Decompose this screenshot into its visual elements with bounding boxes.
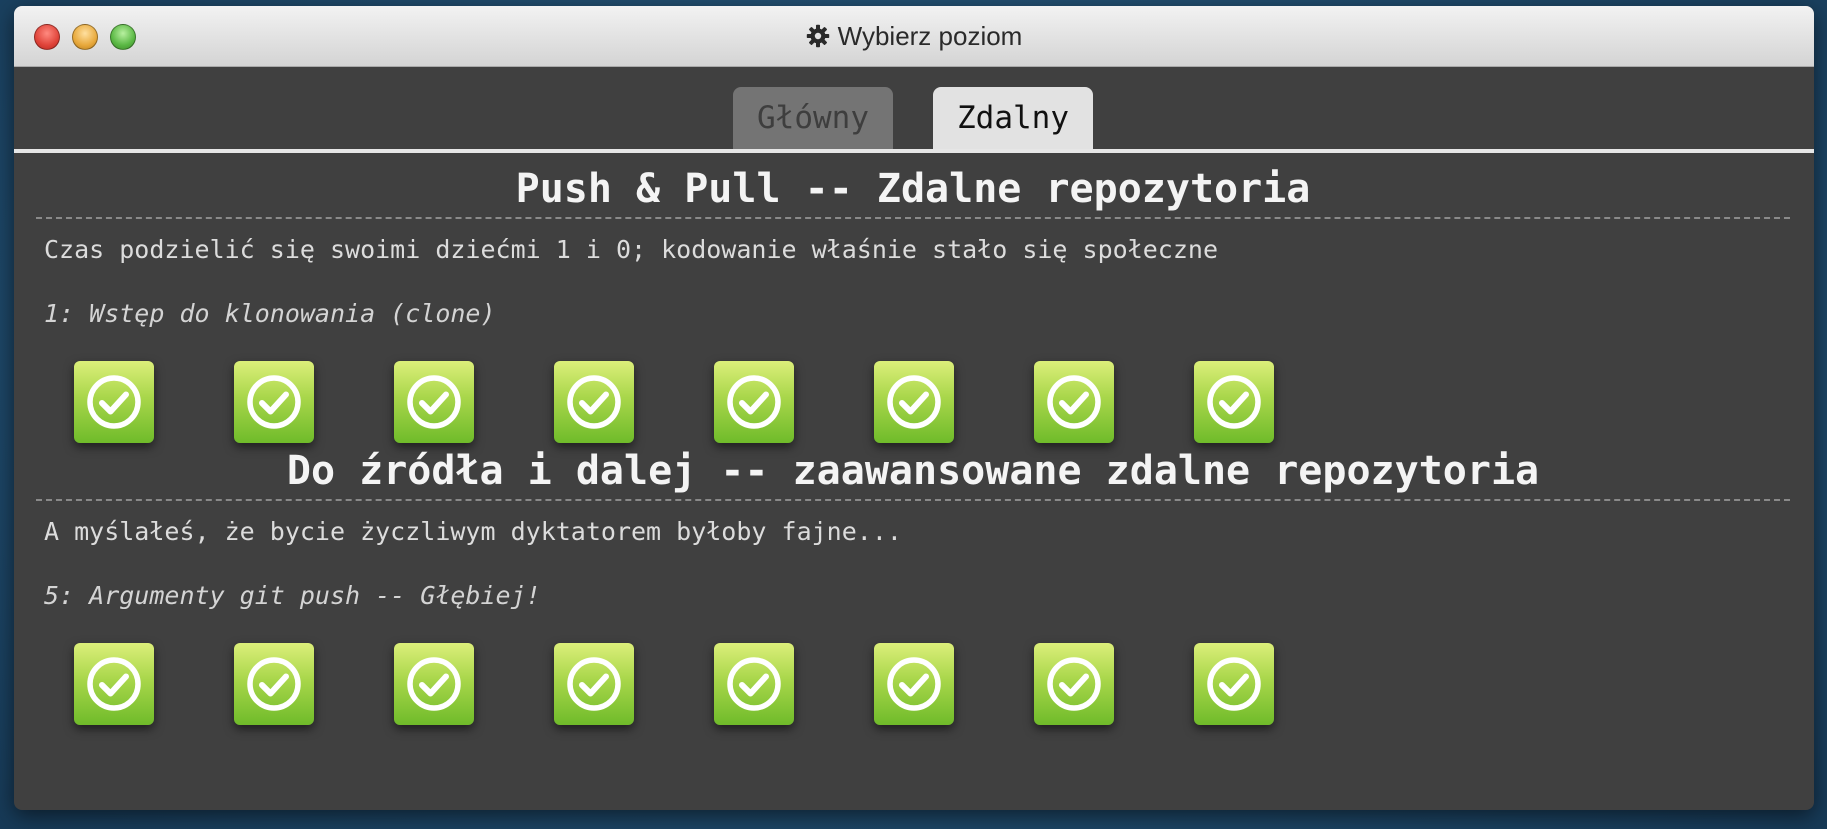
level-completed-button[interactable] [1034,361,1114,443]
section-description: Czas podzielić się swoimi dziećmi 1 i 0;… [44,235,1218,264]
checkmark-icon [887,657,941,711]
checkmark-icon [1207,375,1261,429]
checkmark-icon [567,375,621,429]
window-title: Wybierz poziom [837,20,1023,51]
sequence-label: 1: Wstęp do klonowania (clone) [44,299,496,328]
tab-main[interactable]: Główny [733,87,893,149]
checkmark-icon [407,657,461,711]
level-completed-button[interactable] [234,643,314,725]
tab-bar: Główny Zdalny [14,67,1814,153]
sequence-label: 5: Argumenty git push -- Głębiej! [44,581,541,610]
level-completed-button[interactable] [74,643,154,725]
gear-icon [806,24,829,48]
checkmark-icon [727,657,781,711]
checkmark-icon [567,657,621,711]
level-row [74,643,1790,725]
level-completed-button[interactable] [1194,361,1274,443]
level-row [74,361,1790,443]
checkmark-icon [1047,657,1101,711]
checkmark-icon [407,375,461,429]
level-select-window: Wybierz poziom Główny Zdalny Push & Pull… [14,6,1814,810]
checkmark-icon [247,375,301,429]
level-completed-button[interactable] [714,643,794,725]
checkmark-icon [247,657,301,711]
section-title: Push & Pull -- Zdalne repozytoria [36,153,1790,219]
checkmark-icon [727,375,781,429]
level-completed-button[interactable] [1034,643,1114,725]
level-completed-button[interactable] [554,643,634,725]
title-bar: Wybierz poziom [14,6,1814,67]
level-completed-button[interactable] [554,361,634,443]
checkmark-icon [887,375,941,429]
level-completed-button[interactable] [234,361,314,443]
checkmark-icon [87,657,141,711]
section-title: Do źródła i dalej -- zaawansowane zdalne… [36,443,1790,501]
level-completed-button[interactable] [714,361,794,443]
section-description: A myślałeś, że bycie życzliwym dyktatore… [44,517,902,546]
level-completed-button[interactable] [874,643,954,725]
checkmark-icon [87,375,141,429]
window-title-area: Wybierz poziom [14,6,1814,66]
level-completed-button[interactable] [394,361,474,443]
tab-remote[interactable]: Zdalny [933,87,1093,149]
checkmark-icon [1047,375,1101,429]
level-completed-button[interactable] [394,643,474,725]
checkmark-icon [1207,657,1261,711]
level-completed-button[interactable] [874,361,954,443]
level-list: Push & Pull -- Zdalne repozytoria Czas p… [14,153,1814,725]
level-completed-button[interactable] [1194,643,1274,725]
level-completed-button[interactable] [74,361,154,443]
